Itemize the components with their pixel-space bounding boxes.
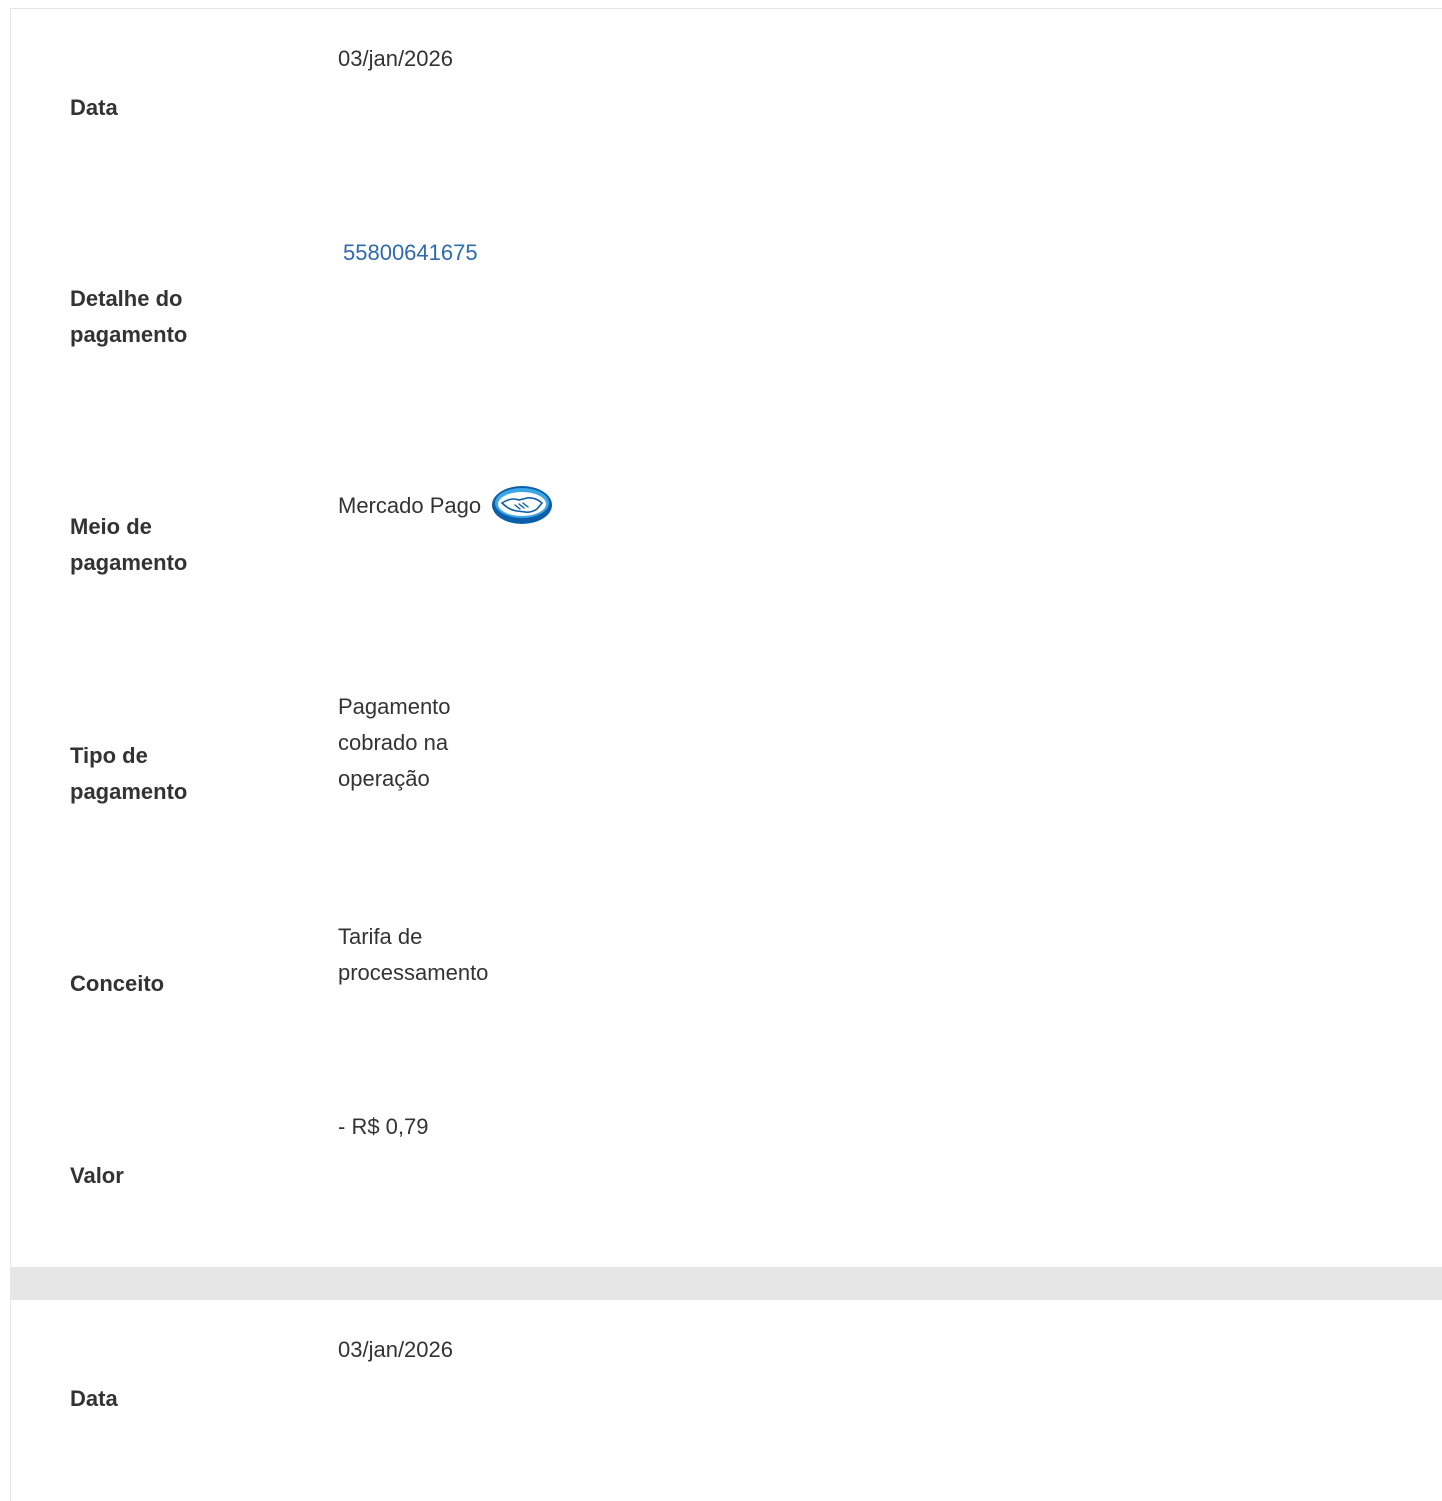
mercado-pago-handshake-icon	[491, 485, 553, 525]
concept-value: Tarifa de processamento	[338, 924, 489, 985]
payment-entry-card: 03/jan/2026 Data	[10, 1300, 1442, 1501]
payment-method-text: Mercado Pago	[338, 492, 482, 518]
payment-method-label: Meio de pagamento	[70, 514, 188, 575]
payment-detail-link[interactable]: 55800641675	[343, 240, 478, 265]
payment-detail-label: Detalhe do pagamento	[70, 286, 188, 347]
date-value: 03/jan/2026	[338, 46, 453, 71]
amount-value: - R$ 0,79	[338, 1114, 429, 1139]
entries-separator	[10, 1267, 1442, 1300]
date-label: Data	[70, 1386, 118, 1411]
payment-entry-card: 03/jan/2026 Data 55800641675 Detalhe do …	[10, 8, 1442, 1267]
date-value: 03/jan/2026	[338, 1337, 453, 1362]
payment-method-value: Mercado Pago	[338, 485, 553, 527]
payment-type-value: Pagamento cobrado na operação	[338, 694, 451, 791]
amount-label: Valor	[70, 1163, 124, 1188]
payment-type-label: Tipo de pagamento	[70, 743, 188, 804]
payment-details-page: 03/jan/2026 Data 55800641675 Detalhe do …	[0, 0, 1442, 1501]
concept-label: Conceito	[70, 971, 165, 996]
date-label: Data	[70, 95, 118, 120]
payment-detail-value: 55800641675	[338, 235, 478, 271]
